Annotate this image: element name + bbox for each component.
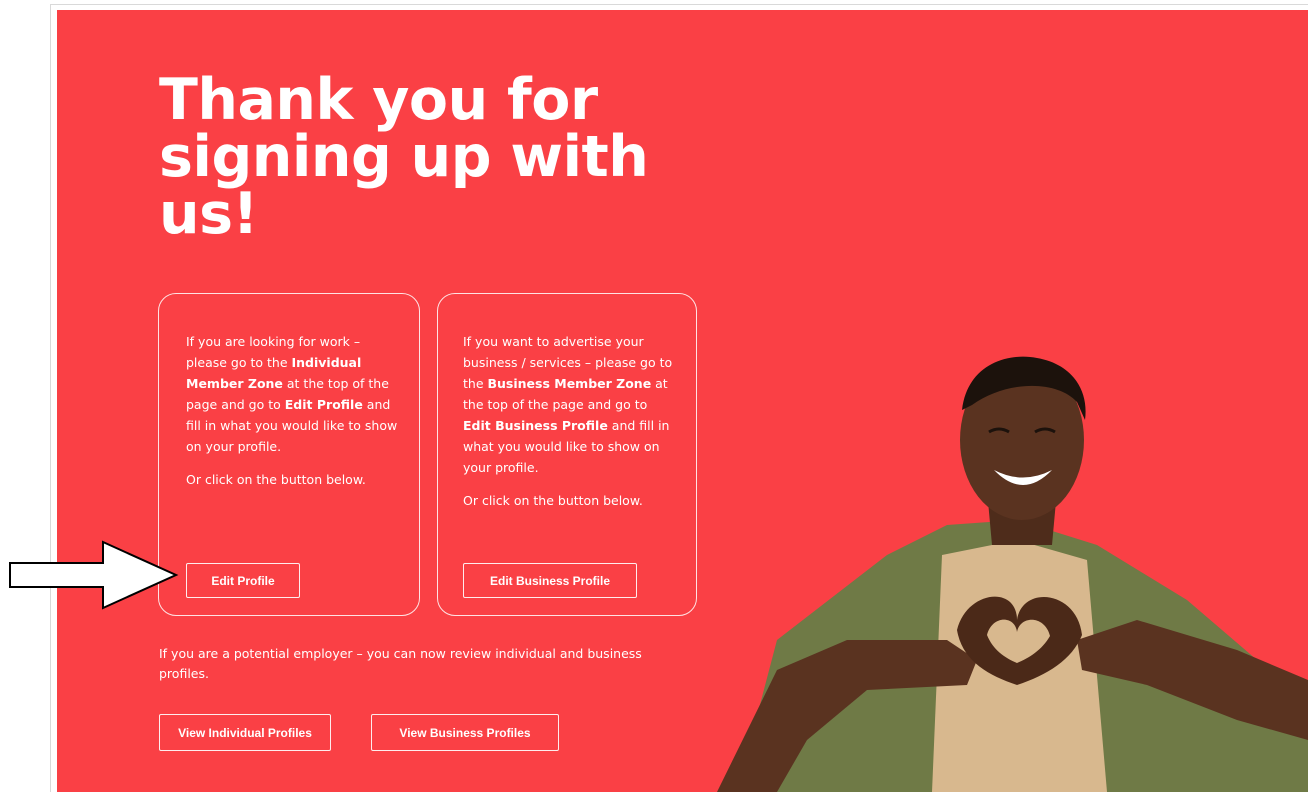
business-card: If you want to advertise your business /… [437, 293, 697, 616]
card-text-bold: Edit Profile [284, 397, 363, 412]
hero-section: Thank you for signing up with us! If you… [57, 10, 1308, 792]
edit-profile-button[interactable]: Edit Profile [186, 563, 300, 598]
business-card-text: If you want to advertise your business /… [463, 331, 678, 511]
employer-text: If you are a potential employer – you ca… [159, 646, 642, 681]
smiling-man-photo [717, 356, 1308, 792]
card-text-bold: Edit Business Profile [463, 418, 608, 433]
view-business-profiles-button[interactable]: View Business Profiles [371, 714, 559, 751]
individual-card-text: If you are looking for work – please go … [186, 331, 398, 490]
card-text-bold: Business Member Zone [487, 376, 652, 391]
page-title: Thank you for signing up with us! [159, 67, 649, 247]
edit-business-profile-button[interactable]: Edit Business Profile [463, 563, 637, 598]
individual-card: If you are looking for work – please go … [158, 293, 420, 616]
view-individual-profiles-button[interactable]: View Individual Profiles [159, 714, 331, 751]
card-or-line: Or click on the button below. [186, 472, 366, 487]
right-arrow-icon [9, 540, 179, 610]
card-or-line: Or click on the button below. [463, 493, 643, 508]
